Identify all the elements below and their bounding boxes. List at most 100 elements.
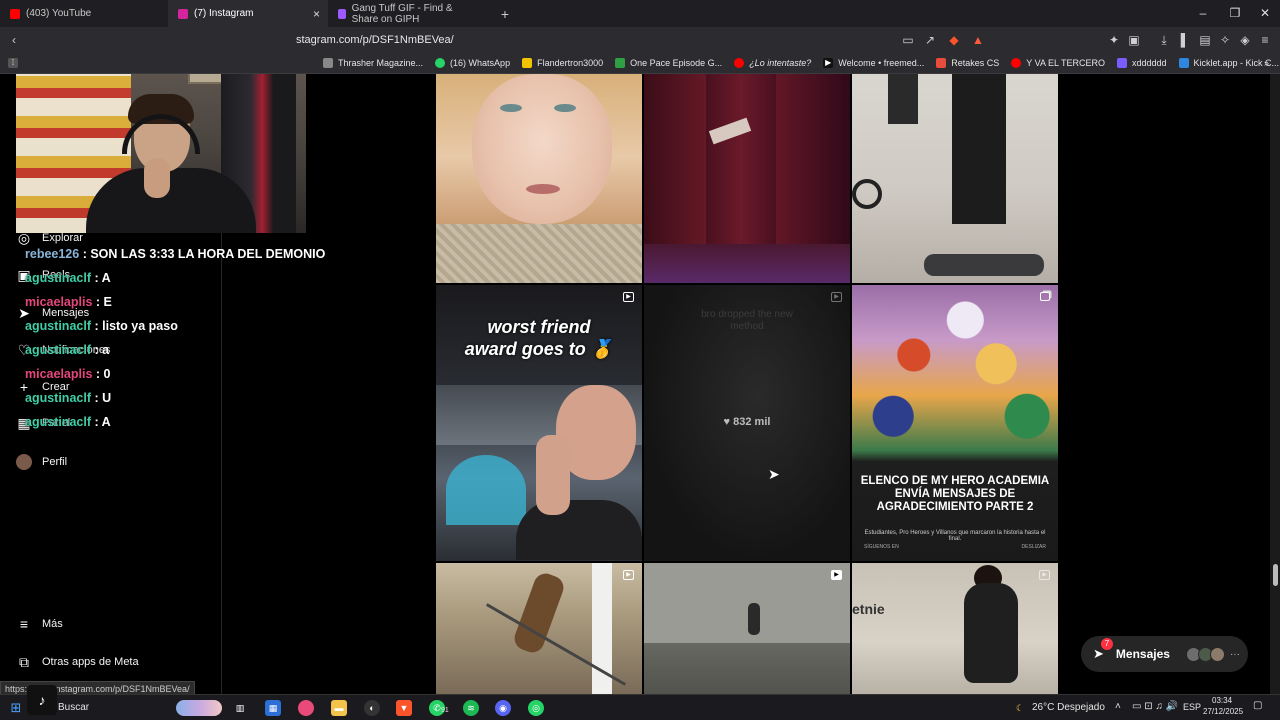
whatsapp-icon [435,58,446,68]
brave-rewards-icon[interactable]: ▲ [970,31,986,49]
post-thumbnail[interactable]: ▶ [436,563,642,694]
more-bookmarks-icon[interactable]: » [1264,58,1269,68]
spotify-icon[interactable]: ≋ [463,700,479,716]
chat-message: agustinaclf : A [25,415,111,429]
profile-post-grid: worst friend award goes to 🥇 ▶ bro dropp… [436,74,1059,694]
chat-message: agustinaclf : a [25,343,110,357]
minimize-button[interactable]: – [1186,0,1220,27]
avatar [16,454,32,470]
sidebar-toggle-icon[interactable]: ▌ [1177,31,1193,49]
likes-count: ♥ 832 mil [723,416,771,428]
sidebar-item-profile[interactable]: Perfil [16,452,67,472]
leo-ai-icon[interactable]: ✧ [1217,31,1233,49]
chat-message: micaelaplis : 0 [25,367,111,381]
youtube-icon [10,8,20,19]
tab-giphy[interactable]: Gang Tuff GIF - Find & Share on GIPH [328,0,492,27]
language-indicator[interactable]: ESP [1183,702,1201,712]
brave-shield-icon[interactable]: ◆ [946,31,962,49]
bookmark-xdddddd[interactable]: xdddddd [1116,58,1167,68]
reel-icon: ▶ [1039,570,1050,580]
windows-start-icon[interactable]: ⊞ [8,700,24,716]
sidebar-item-more[interactable]: ≡ Más [16,614,63,634]
meta-apps-icon: ⧉ [19,654,29,670]
file-explorer-icon[interactable]: ▬ [331,700,347,716]
one-pace-icon [615,58,626,68]
wallet-icon[interactable]: ▤ [1197,31,1213,49]
notifications-icon[interactable]: ▢ [1253,700,1262,711]
address-bar[interactable]: stagram.com/p/DSF1NmBEVea/ [296,30,906,50]
chat-message: rebee126 : SON LAS 3:33 LA HORA DEL DEMO… [25,247,326,261]
post-thumbnail[interactable] [436,74,642,283]
whatsapp-badge: 91 [441,707,449,714]
streamer-hand [144,158,170,198]
app-icon[interactable]: ◎ [528,700,544,716]
carousel-icon [1040,292,1050,301]
apps-icon[interactable]: ⁞ [8,58,23,68]
new-tab-button[interactable]: + [492,6,518,22]
chevron-up-icon[interactable]: ˄ [1115,701,1121,712]
post-thumbnail[interactable]: ▶ [644,563,850,694]
cast-icon[interactable]: ▭ [900,31,916,49]
tab-title: (403) YouTube [26,8,92,19]
bookmark-lo-intentaste[interactable]: ¿Lo intentaste? [734,58,811,68]
reel-icon: ▶ [831,570,842,580]
share-icon[interactable]: ↗ [922,31,938,49]
chat-message: agustinaclf : U [25,391,112,405]
dirt-bike-wheel [852,179,882,209]
portrait-face [472,74,612,224]
heart-icon: ♥ [723,416,734,428]
send-icon: ➤ 7 [1093,638,1113,662]
page-scrollbar[interactable] [1270,74,1280,694]
vpn-icon[interactable]: ◈ [1237,31,1253,49]
back-icon[interactable]: ‹ [6,31,22,49]
retakes-icon [936,58,947,68]
tab-youtube[interactable]: (403) YouTube [0,0,168,27]
widgets-icon[interactable] [176,700,222,716]
steam-icon[interactable]: ◐ [364,700,380,716]
bookmark-tercero[interactable]: Y VA EL TERCERO [1011,58,1105,68]
post-thumbnail[interactable] [644,74,850,283]
post-thumbnail[interactable]: ELENCO DE MY HERO ACADEMIA ENVÍA MENSAJE… [852,285,1058,561]
windows-taskbar: ⊞ ♪ Buscar ▥ ▦ ▬ ◐ ▼ ✆ 91 ≋ ◉ ◎ ☾ 26°C D… [0,685,1280,720]
kicklet-icon [1178,58,1189,68]
post-thumbnail[interactable] [852,74,1058,283]
post-caption: award goes to 🥇 [464,339,614,359]
bookmark-flandertron[interactable]: Flandertron3000 [522,58,603,68]
avatars [1185,646,1225,662]
tab-title: (7) Instagram [194,8,254,19]
clock-time[interactable]: 03:34 [1212,696,1232,705]
ms-store-icon[interactable]: ▦ [265,700,281,716]
scrollbar-thumb[interactable] [1273,564,1278,586]
screenshot-icon[interactable]: ▣ [1126,31,1142,49]
bookmark-freemed[interactable]: ▶ Welcome • freemed... [823,58,924,68]
weather-text[interactable]: 26°C Despejado [1032,702,1105,713]
messages-button[interactable]: ➤ 7 Mensajes ··· [1081,636,1248,672]
task-view-icon[interactable]: ▥ [232,700,248,716]
tray-icons[interactable]: ▭ ⊡ ♫ 🔊 [1132,701,1178,712]
post-thumbnail[interactable]: worst friend award goes to 🥇 ▶ [436,285,642,561]
post-thumbnail[interactable]: etnie ▶ [852,563,1058,694]
close-tab-icon[interactable]: × [313,7,320,21]
bookmark-one-pace[interactable]: One Pace Episode G... [615,58,722,68]
app-icon[interactable] [298,700,314,716]
discord-icon[interactable]: ◉ [495,700,511,716]
menu-icon[interactable]: ≡ [1257,31,1273,49]
taskbar-search[interactable]: Buscar [58,702,89,713]
youtube-icon [734,58,745,68]
sidebar-item-meta-apps[interactable]: ⧉ Otras apps de Meta [16,652,139,672]
play-icon: ▶ [823,58,834,68]
download-icon[interactable]: ⤓ [1156,31,1172,49]
bookmark-retakes[interactable]: Retakes CS [936,58,999,68]
clock-date[interactable]: 27/12/2025 [1203,707,1243,716]
close-window-button[interactable]: ✕ [1248,0,1280,27]
mouse-cursor-icon: ➤ [768,466,780,482]
bookmark-thrasher[interactable]: Thrasher Magazine... [323,58,423,68]
bookmark-whatsapp[interactable]: (16) WhatsApp [435,58,510,68]
post-headline: ELENCO DE MY HERO ACADEMIA ENVÍA MENSAJE… [860,475,1050,513]
tab-instagram[interactable]: (7) Instagram × [168,0,328,27]
post-thumbnail-hovered[interactable]: bro dropped the new method ♥ 832 mil ▶ [644,285,850,561]
brave-icon[interactable]: ▼ [396,700,412,716]
moon-weather-icon: ☾ [1015,703,1025,713]
extensions-icon[interactable]: ✦ [1106,31,1122,49]
restore-button[interactable]: ❐ [1218,0,1252,27]
